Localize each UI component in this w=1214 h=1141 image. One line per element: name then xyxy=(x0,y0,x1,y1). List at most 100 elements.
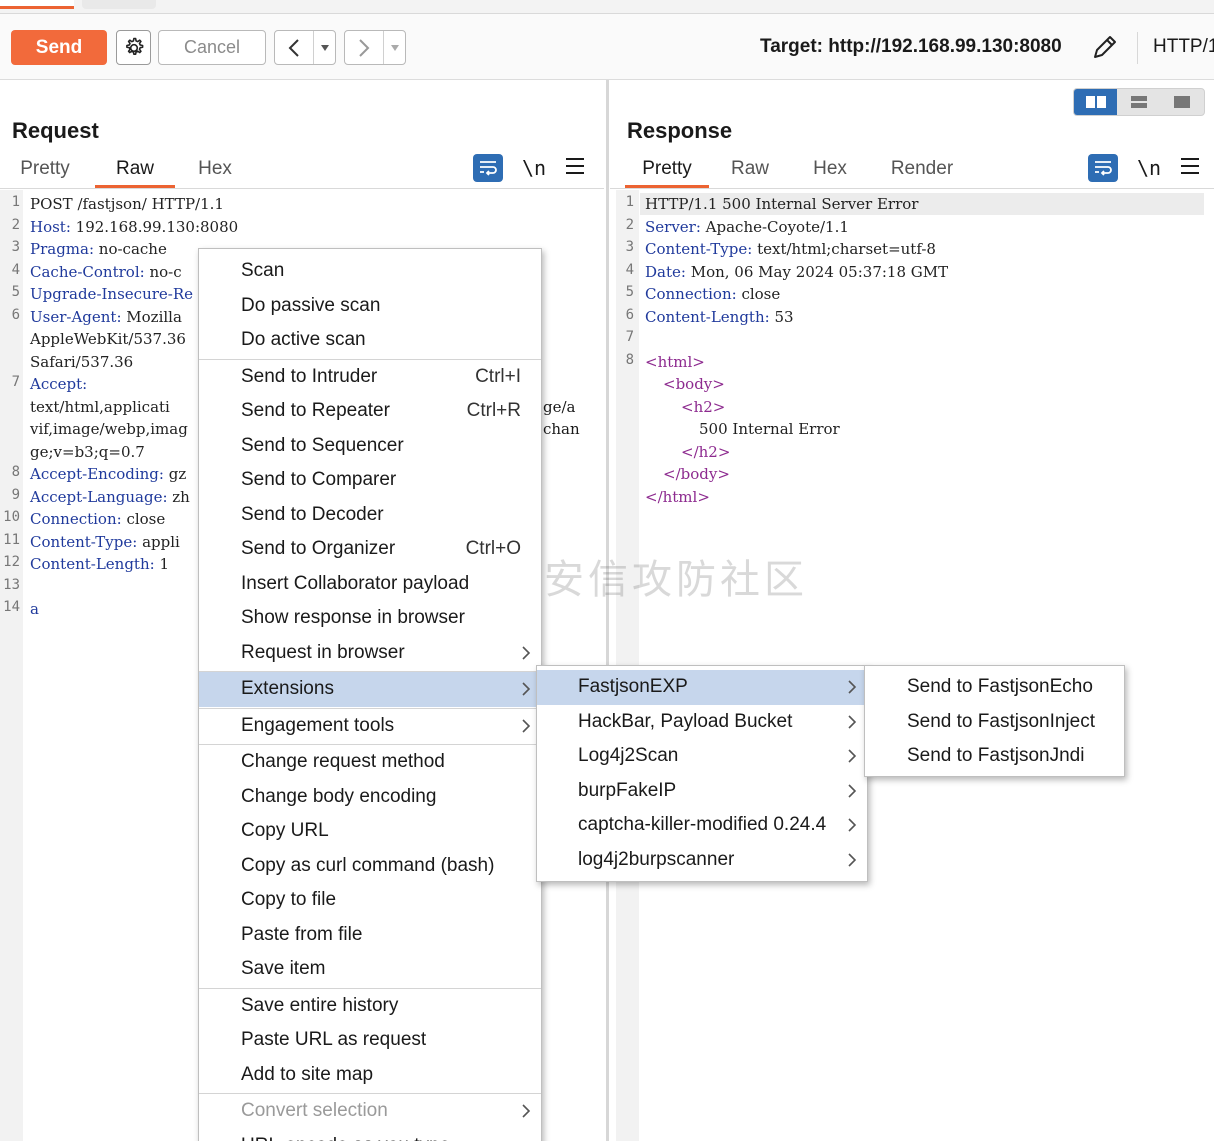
menu-item-copy-to-file[interactable]: Copy to file xyxy=(199,883,541,918)
menu-item-label: Request in browser xyxy=(241,641,405,663)
header-value: close xyxy=(736,285,781,303)
menu-item-label: FastjsonEXP xyxy=(578,676,688,698)
word-wrap-button[interactable] xyxy=(473,154,503,182)
code-line: <html> xyxy=(645,351,705,374)
menu-item-log4j2scan[interactable]: Log4j2Scan xyxy=(537,739,867,774)
menu-item-paste-url-as-request[interactable]: Paste URL as request xyxy=(199,1023,541,1058)
header-name: Upgrade-Insecure-Re xyxy=(30,285,194,303)
tab-render[interactable]: Render xyxy=(883,158,961,188)
repeater-toolbar: Send Cancel Target: http://192.168.99.13… xyxy=(0,14,1214,80)
menu-item-copy-url[interactable]: Copy URL xyxy=(199,814,541,849)
newline-toggle-button[interactable]: \n xyxy=(522,156,546,180)
menu-item-paste-from-file[interactable]: Paste from file xyxy=(199,918,541,953)
edit-target-button[interactable] xyxy=(1088,30,1122,64)
menu-item-hackbar-payload-bucket[interactable]: HackBar, Payload Bucket xyxy=(537,705,867,740)
menu-item-send-to-organizer[interactable]: Send to Organizer Ctrl+O xyxy=(199,532,541,567)
code-line: POST /fastjson/ HTTP/1.1 xyxy=(30,193,224,216)
menu-item-url-encode-as-you-type[interactable]: URL-encode as you type xyxy=(199,1129,541,1141)
menu-item-convert-selection: Convert selection xyxy=(199,1094,541,1129)
tab-pretty[interactable]: Pretty xyxy=(10,158,80,188)
tab-hex[interactable]: Hex xyxy=(186,158,244,188)
menu-item-shortcut: Ctrl+I xyxy=(475,365,521,387)
menu-item-insert-collaborator-payload[interactable]: Insert Collaborator payload xyxy=(199,567,541,602)
menu-item-send-to-fastjsonjndi[interactable]: Send to FastjsonJndi xyxy=(865,739,1124,774)
tab-pretty[interactable]: Pretty xyxy=(625,158,709,188)
menu-item-send-to-repeater[interactable]: Send to Repeater Ctrl+R xyxy=(199,394,541,429)
tab-hex[interactable]: Hex xyxy=(803,158,857,188)
menu-item-label: Add to site map xyxy=(241,1063,374,1085)
menu-item-do-active-scan[interactable]: Do active scan xyxy=(199,323,541,358)
menu-item-copy-as-curl-command-bash[interactable]: Copy as curl command (bash) xyxy=(199,849,541,884)
menu-item-label: Send to Comparer xyxy=(241,469,397,491)
request-overflow-fragment: chan xyxy=(543,420,580,438)
header-value: HTTP/1.1 500 Internal Server Error xyxy=(645,195,919,213)
tool-tab[interactable] xyxy=(82,0,156,9)
menu-item-scan[interactable]: Scan xyxy=(199,254,541,289)
code-line: HTTP/1.1 500 Internal Server Error xyxy=(645,193,918,216)
menu-item-add-to-site-map[interactable]: Add to site map xyxy=(199,1058,541,1093)
header-name: Accept-Language: xyxy=(30,487,168,506)
panel-divider[interactable] xyxy=(606,80,609,1141)
header-value: close xyxy=(121,510,166,528)
menu-item-send-to-decoder[interactable]: Send to Decoder xyxy=(199,498,541,533)
word-wrap-button[interactable] xyxy=(1088,154,1118,182)
line-number: 4 xyxy=(625,261,634,278)
menu-item-save-item[interactable]: Save item xyxy=(199,952,541,987)
menu-item-fastjsonexp[interactable]: FastjsonEXP xyxy=(537,670,867,705)
layout-side-by-side-button[interactable] xyxy=(1074,89,1118,115)
forward-button[interactable] xyxy=(344,30,406,65)
html-tag: <h2> xyxy=(681,397,726,416)
header-name: Accept: xyxy=(30,375,88,393)
gear-icon xyxy=(125,37,143,55)
layout-single-button[interactable] xyxy=(1161,89,1204,115)
send-button[interactable]: Send xyxy=(11,30,107,65)
code-line: Safari/537.36 xyxy=(30,351,133,374)
cancel-button[interactable]: Cancel xyxy=(158,30,266,65)
header-name: Connection: xyxy=(645,285,737,303)
layout-stacked-button[interactable] xyxy=(1117,89,1160,115)
menu-item-show-response-in-browser[interactable]: Show response in browser xyxy=(199,601,541,636)
menu-item-change-request-method[interactable]: Change request method xyxy=(199,745,541,780)
forward-history-dropdown[interactable] xyxy=(383,31,405,64)
menu-item-send-to-fastjsoninject[interactable]: Send to FastjsonInject xyxy=(865,705,1124,740)
menu-item-do-passive-scan[interactable]: Do passive scan xyxy=(199,289,541,324)
tool-tab-active[interactable] xyxy=(0,0,74,9)
back-button[interactable] xyxy=(274,30,336,65)
context-menu: Scan Do passive scan Do active scan Send to… xyxy=(198,248,542,1141)
newline-toggle-button[interactable]: \n xyxy=(1137,156,1161,180)
hamburger-menu-icon[interactable] xyxy=(1181,158,1199,174)
back-history-dropdown[interactable] xyxy=(313,31,335,64)
columns-icon xyxy=(1085,96,1106,108)
menu-item-send-to-fastjsonecho[interactable]: Send to FastjsonEcho xyxy=(865,670,1124,705)
menu-item-label: Send to Intruder xyxy=(241,365,378,387)
tab-raw[interactable]: Raw xyxy=(722,158,778,188)
menu-item-extensions[interactable]: Extensions xyxy=(199,672,541,707)
chevron-right-icon xyxy=(845,783,859,799)
menu-item-burpfakeip[interactable]: burpFakeIP xyxy=(537,774,867,809)
menu-item-request-in-browser[interactable]: Request in browser xyxy=(199,636,541,671)
menu-item-change-body-encoding[interactable]: Change body encoding xyxy=(199,780,541,815)
settings-button[interactable] xyxy=(116,30,151,65)
line-number: 3 xyxy=(11,239,20,255)
chevron-right-icon xyxy=(345,38,383,58)
menu-item-send-to-comparer[interactable]: Send to Comparer xyxy=(199,463,541,498)
menu-item-engagement-tools[interactable]: Engagement tools xyxy=(199,709,541,744)
target-label: Target: http://192.168.99.130:8080 xyxy=(760,36,1062,57)
code-line: Cache-Control: no-c xyxy=(30,261,182,284)
menu-item-send-to-intruder[interactable]: Send to Intruder Ctrl+I xyxy=(199,360,541,395)
wrap-icon xyxy=(480,161,497,176)
menu-item-label: Send to FastjsonJndi xyxy=(907,745,1085,767)
menu-item-log4j2burpscanner[interactable]: log4j2burpscanner xyxy=(537,843,867,878)
hamburger-menu-icon[interactable] xyxy=(566,158,584,174)
rows-icon xyxy=(1130,96,1147,108)
tab-raw[interactable]: Raw xyxy=(95,158,175,188)
header-name: Accept-Encoding: xyxy=(30,465,164,483)
layout-switch xyxy=(1073,88,1205,116)
menu-item-send-to-sequencer[interactable]: Send to Sequencer xyxy=(199,429,541,464)
menu-item-captcha-killer-modified-0-24-4[interactable]: captcha-killer-modified 0.24.4 xyxy=(537,808,867,843)
http-version-selector[interactable]: HTTP/1 xyxy=(1153,36,1214,58)
code-line: <body> xyxy=(663,373,725,396)
header-value: Mon, 06 May 2024 05:37:18 GMT xyxy=(685,262,949,281)
wrap-icon xyxy=(1095,161,1112,176)
menu-item-save-entire-history[interactable]: Save entire history xyxy=(199,989,541,1024)
